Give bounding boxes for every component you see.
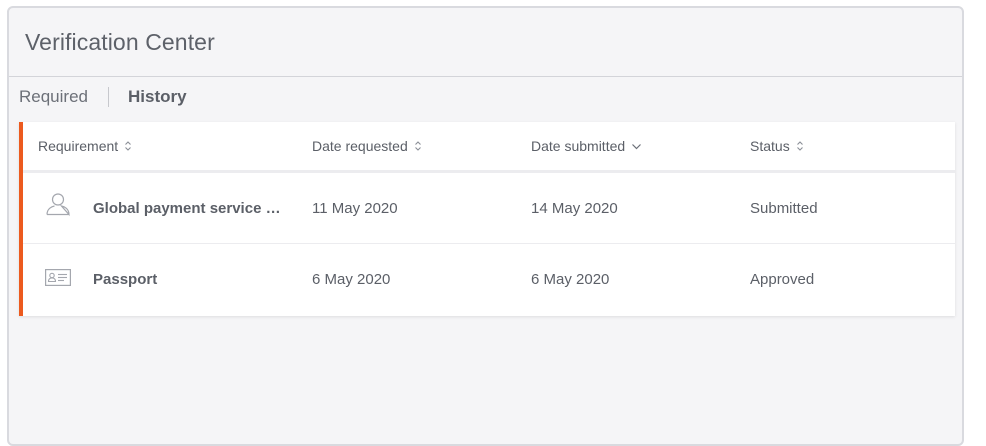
column-header-label: Requirement [38, 138, 119, 154]
column-header-date-submitted[interactable]: Date submitted [531, 138, 642, 154]
tab-bar: Required History [9, 77, 962, 117]
date-requested: 6 May 2020 [312, 271, 391, 288]
date-requested: 11 May 2020 [312, 199, 398, 217]
column-header-label: Date requested [312, 138, 408, 154]
status-text: Submitted [750, 199, 818, 217]
sort-icon [796, 141, 803, 151]
tab-divider [108, 87, 109, 107]
status-text: Approved [750, 271, 815, 288]
table-row[interactable]: Passport 6 May 2020 6 May 2020 Approved [23, 244, 955, 315]
panel-header: Verification Center [9, 8, 962, 77]
tab-history[interactable]: History [128, 87, 187, 107]
sort-icon [125, 141, 132, 151]
history-table: Requirement Date requested Date submitte… [19, 122, 955, 316]
column-header-label: Date submitted [531, 138, 626, 154]
table-header: Requirement Date requested Date submitte… [23, 122, 955, 173]
id-card-icon [45, 269, 71, 287]
verification-panel: Verification Center Required History Req… [7, 6, 964, 446]
tab-required[interactable]: Required [19, 87, 88, 107]
requirement-name: Global payment service qu… [93, 200, 281, 217]
page-title: Verification Center [25, 28, 215, 55]
column-header-requirement[interactable]: Requirement [38, 138, 132, 154]
column-header-label: Status [750, 138, 790, 154]
column-header-status[interactable]: Status [750, 138, 804, 154]
table-row[interactable]: Global payment service qu… 11 May 2020 1… [23, 173, 955, 244]
column-header-date-requested[interactable]: Date requested [312, 138, 422, 154]
sort-icon [414, 141, 421, 151]
person-outline-icon [46, 193, 70, 217]
chevron-down-icon [632, 144, 642, 150]
requirement-name: Passport [93, 271, 158, 288]
date-submitted: 6 May 2020 [531, 271, 610, 288]
date-submitted: 14 May 2020 [531, 199, 618, 217]
